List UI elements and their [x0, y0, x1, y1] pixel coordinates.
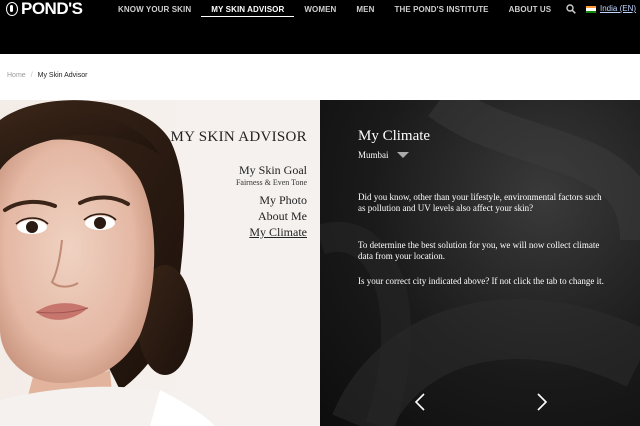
breadcrumb-separator: /	[30, 72, 33, 79]
advisor-item-about-me[interactable]: About Me	[171, 208, 307, 224]
city-confirm-text: Is your correct city indicated above? If…	[358, 276, 604, 286]
climate-title: My Climate	[358, 128, 431, 144]
india-flag-icon[interactable]	[586, 6, 596, 13]
top-navigation: POND'S KNOW YOUR SKIN MY SKIN ADVISOR WO…	[0, 0, 640, 54]
chevron-right-icon[interactable]	[536, 393, 548, 411]
caret-down-icon[interactable]	[396, 152, 409, 158]
advisor-item-climate[interactable]: My Climate	[171, 224, 307, 240]
locale-selector[interactable]: India (EN)	[600, 4, 636, 13]
background-swirl	[320, 100, 640, 426]
advisor-title: MY SKIN ADVISOR	[170, 129, 307, 145]
advisor-skin-goal-value: Fairness & Even Tone	[235, 178, 307, 187]
chevron-left-icon[interactable]	[414, 393, 426, 411]
city-selector[interactable]: Mumbai	[358, 150, 409, 160]
city-name: Mumbai	[358, 150, 389, 160]
nav-women[interactable]: WOMEN	[294, 4, 346, 17]
logo-text: POND'S	[21, 0, 83, 18]
ponds-logo[interactable]: POND'S	[6, 0, 83, 19]
portrait-panel: MY SKIN ADVISOR My Skin Goal Fairness & …	[0, 100, 320, 426]
breadcrumb-current: My Skin Advisor	[37, 72, 88, 79]
climate-panel: My Climate Mumbai Did you know, other th…	[320, 100, 640, 426]
nav-men[interactable]: MEN	[346, 4, 384, 17]
main-menu: KNOW YOUR SKIN MY SKIN ADVISOR WOMEN MEN…	[108, 4, 561, 17]
breadcrumb-home[interactable]: Home	[7, 72, 26, 79]
advisor-item-photo[interactable]: My Photo	[171, 192, 307, 208]
nav-ponds-institute[interactable]: THE POND'S INSTITUTE	[384, 4, 498, 17]
nav-know-your-skin[interactable]: KNOW YOUR SKIN	[108, 4, 201, 17]
search-icon[interactable]	[566, 4, 576, 14]
advisor-item-skin-goal[interactable]: My Skin Goal	[171, 162, 307, 178]
ponds-logo-icon	[6, 2, 18, 16]
climate-info-text: Did you know, other than your lifestyle,…	[358, 192, 602, 213]
breadcrumb: Home / My Skin Advisor	[7, 72, 87, 79]
nav-about-us[interactable]: ABOUT US	[499, 4, 562, 17]
skin-advisor-menu: MY SKIN ADVISOR My Skin Goal Fairness & …	[171, 129, 307, 240]
climate-data-text: To determine the best solution for you, …	[358, 240, 600, 261]
nav-my-skin-advisor[interactable]: MY SKIN ADVISOR	[201, 4, 295, 17]
